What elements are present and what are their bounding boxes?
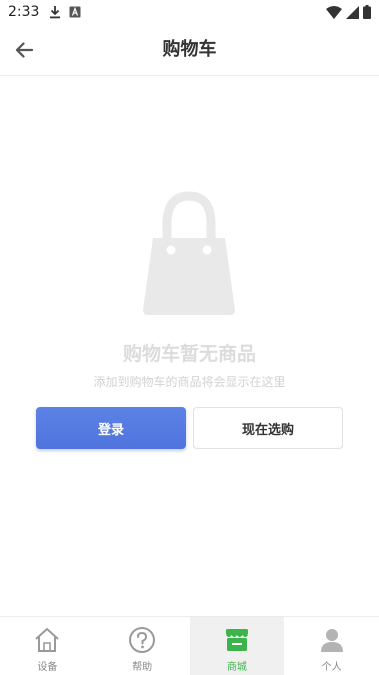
- tab-help-label: 帮助: [132, 662, 153, 673]
- a-badge-icon: [69, 6, 81, 18]
- tab-mall[interactable]: 商城: [189, 617, 285, 675]
- login-button[interactable]: 登录: [36, 407, 186, 449]
- empty-cart-subtitle: 添加到购物车的商品将会显示在这里: [93, 375, 286, 389]
- signal-icon: [346, 5, 359, 19]
- status-right-icons: [326, 5, 371, 19]
- arrow-left-icon: [15, 42, 33, 58]
- home-icon: [35, 628, 60, 652]
- tab-help[interactable]: 帮助: [95, 617, 190, 675]
- bottom-tab-bar: 设备 帮助 商城 个人: [0, 616, 379, 675]
- back-button[interactable]: [10, 36, 38, 64]
- shop-now-button[interactable]: 现在选购: [193, 407, 343, 449]
- header: 购物车: [0, 24, 379, 76]
- tab-mall-label: 商城: [226, 662, 247, 673]
- tab-device[interactable]: 设备: [0, 617, 95, 675]
- status-bar: 2:33: [0, 0, 379, 24]
- help-circle-icon: [129, 627, 156, 653]
- download-icon: [50, 6, 61, 19]
- person-icon: [320, 629, 343, 652]
- wifi-icon: [326, 5, 342, 19]
- shopping-bag-icon: [143, 191, 235, 315]
- status-time: 2:33: [8, 4, 40, 20]
- status-left-icons: [49, 5, 81, 19]
- tab-profile-label: 个人: [321, 662, 342, 673]
- empty-cart-title: 购物车暂无商品: [122, 343, 256, 365]
- battery-icon: [363, 5, 371, 19]
- page-title: 购物车: [162, 39, 217, 60]
- tab-device-label: 设备: [37, 662, 58, 673]
- store-icon: [225, 629, 248, 651]
- tab-profile[interactable]: 个人: [284, 617, 379, 675]
